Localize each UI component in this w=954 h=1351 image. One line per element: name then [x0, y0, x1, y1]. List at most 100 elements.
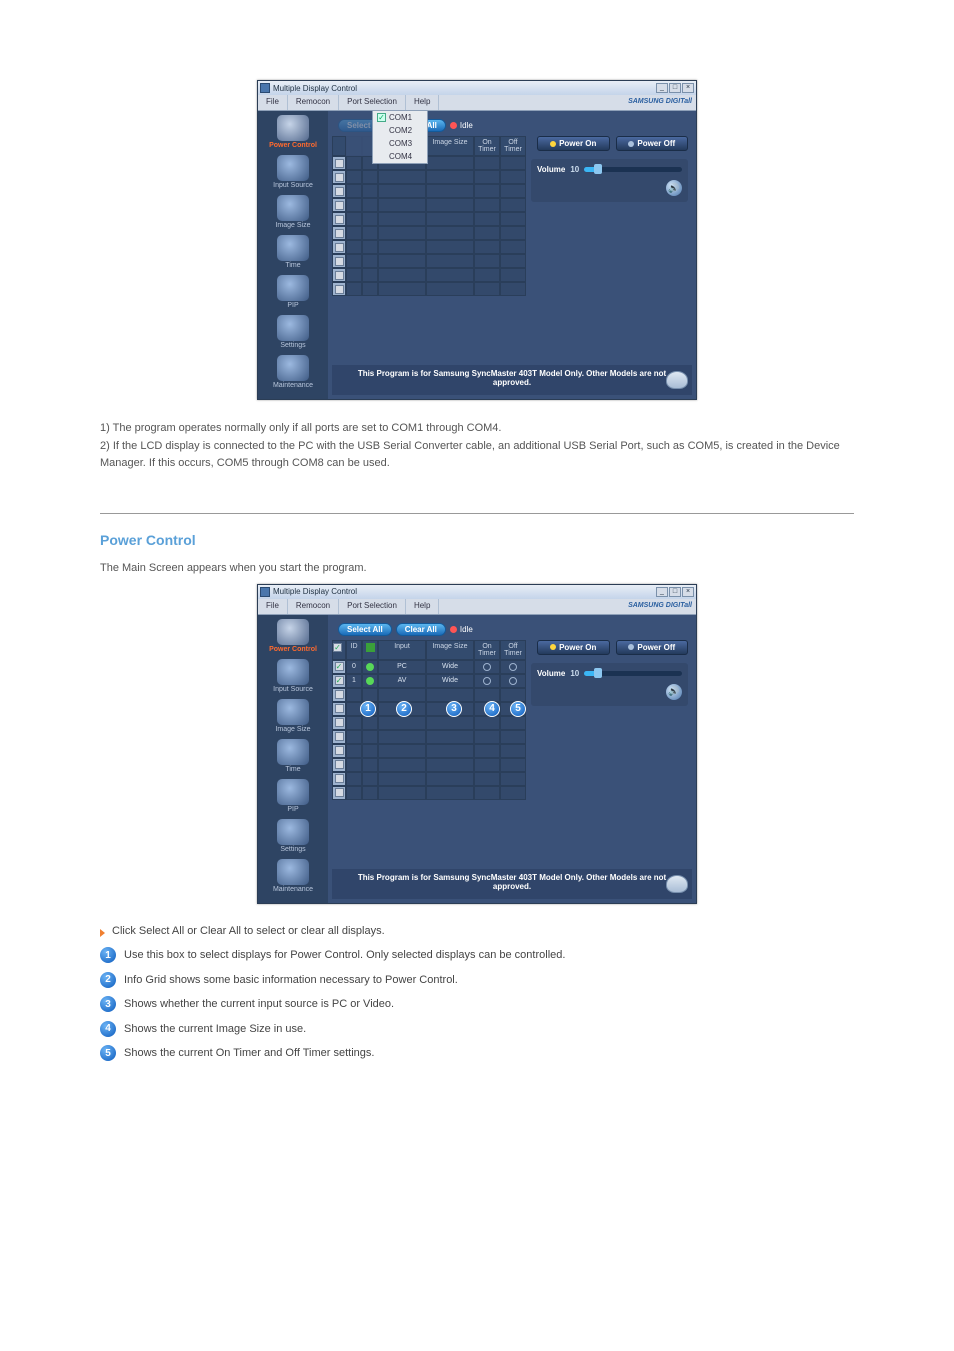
main-area: Select All Clear All Idle ✓ ID Input Ima… [328, 615, 696, 903]
sidebar-item-maintenance[interactable]: Maintenance [258, 355, 328, 389]
checkbox[interactable] [335, 159, 344, 168]
speaker-icon[interactable]: 🔊 [666, 684, 682, 700]
menu-remocon[interactable]: Remocon [288, 599, 339, 614]
volume-slider[interactable] [584, 167, 682, 172]
col-checkbox[interactable]: ✓ [332, 640, 346, 660]
checkbox[interactable] [335, 732, 344, 741]
clear-all-button[interactable]: Clear All [396, 623, 446, 636]
volume-slider[interactable] [584, 671, 682, 676]
port-selection-menu: ✓COM1 COM2 COM3 COM4 [372, 110, 428, 164]
table-row[interactable] [332, 282, 527, 296]
menu-help[interactable]: Help [406, 95, 439, 110]
sidebar-item-settings[interactable]: Settings [258, 819, 328, 853]
minimize-icon[interactable]: _ [656, 83, 668, 93]
monitor-icon [277, 659, 309, 685]
col-checkbox [332, 136, 346, 156]
checkbox[interactable] [335, 774, 344, 783]
select-all-button[interactable]: Select All [338, 623, 392, 636]
checkbox[interactable] [335, 746, 344, 755]
sidebar-item-maintenance[interactable]: Maintenance [258, 859, 328, 893]
checkbox[interactable] [335, 243, 344, 252]
close-icon[interactable]: × [682, 587, 694, 597]
table-row[interactable] [332, 688, 527, 702]
table-row[interactable] [332, 730, 527, 744]
legend-item-1: 1Use this box to select displays for Pow… [100, 947, 854, 964]
com4-item[interactable]: COM4 [373, 150, 427, 163]
table-row[interactable] [332, 772, 527, 786]
table-row[interactable] [332, 758, 527, 772]
info-grid[interactable]: ✓ ID Input Image Size On Timer Off Timer… [332, 640, 527, 800]
table-row[interactable] [332, 240, 527, 254]
sidebar-item-time[interactable]: Time [258, 739, 328, 773]
sidebar-item-input[interactable]: Input Source [258, 659, 328, 693]
checkbox[interactable] [335, 690, 344, 699]
menu-port-selection[interactable]: Port Selection [339, 95, 406, 110]
power-on-button[interactable]: Power On [537, 136, 610, 151]
sidebar-item-power[interactable]: Power Control [258, 115, 328, 149]
checkbox[interactable] [335, 257, 344, 266]
checkbox[interactable] [335, 173, 344, 182]
table-row[interactable] [332, 184, 527, 198]
sidebar-item-settings[interactable]: Settings [258, 315, 328, 349]
power-on-button[interactable]: Power On [537, 640, 610, 655]
app-icon [260, 83, 270, 93]
col-status [362, 640, 378, 660]
menu-file[interactable]: File [258, 95, 288, 110]
table-row[interactable]: ✓ 0 PC Wide [332, 660, 527, 674]
com2-item[interactable]: COM2 [373, 124, 427, 137]
slider-thumb[interactable] [594, 668, 602, 678]
table-row[interactable] [332, 170, 527, 184]
menu-port-selection[interactable]: Port Selection [339, 599, 406, 614]
com3-item[interactable]: COM3 [373, 137, 427, 150]
maximize-icon[interactable]: □ [669, 83, 681, 93]
timer-off-icon [483, 677, 491, 685]
checkbox[interactable] [335, 718, 344, 727]
info-grid[interactable]: Input Image Size On Timer Off Timer [332, 136, 527, 296]
speaker-icon[interactable]: 🔊 [666, 180, 682, 196]
sidebar-item-pip[interactable]: PIP [258, 275, 328, 309]
checkbox[interactable] [335, 760, 344, 769]
checkbox[interactable] [335, 229, 344, 238]
checkbox[interactable] [335, 215, 344, 224]
table-row[interactable] [332, 268, 527, 282]
checkbox[interactable] [335, 271, 344, 280]
table-row[interactable] [332, 198, 527, 212]
menu-file[interactable]: File [258, 599, 288, 614]
check-icon: ✓ [377, 113, 386, 122]
app-window-bottom: Multiple Display Control _ □ × File Remo… [257, 584, 697, 904]
close-icon[interactable]: × [682, 83, 694, 93]
table-row[interactable] [332, 226, 527, 240]
power-off-button[interactable]: Power Off [616, 640, 689, 655]
sidebar-item-input[interactable]: Input Source [258, 155, 328, 189]
checkbox[interactable] [335, 788, 344, 797]
sidebar-item-image-size[interactable]: Image Size [258, 195, 328, 229]
table-row[interactable] [332, 212, 527, 226]
menu-help[interactable]: Help [406, 599, 439, 614]
checkbox[interactable] [335, 187, 344, 196]
table-row[interactable] [332, 156, 527, 170]
menu-remocon[interactable]: Remocon [288, 95, 339, 110]
sidebar-item-time[interactable]: Time [258, 235, 328, 269]
slider-thumb[interactable] [594, 164, 602, 174]
table-row[interactable]: ✓ 1 AV Wide [332, 674, 527, 688]
table-row[interactable] [332, 786, 527, 800]
table-row[interactable] [332, 702, 527, 716]
checkbox[interactable] [335, 285, 344, 294]
checkbox[interactable]: ✓ [333, 643, 342, 652]
com1-item[interactable]: ✓COM1 [373, 111, 427, 124]
sidebar-item-power[interactable]: Power Control [258, 619, 328, 653]
checkbox[interactable] [335, 704, 344, 713]
sidebar-item-image-size[interactable]: Image Size [258, 699, 328, 733]
table-row[interactable] [332, 716, 527, 730]
sidebar-item-pip[interactable]: PIP [258, 779, 328, 813]
checkbox[interactable]: ✓ [335, 662, 344, 671]
table-row[interactable] [332, 254, 527, 268]
power-off-button[interactable]: Power Off [616, 136, 689, 151]
checkbox[interactable]: ✓ [335, 676, 344, 685]
maximize-icon[interactable]: □ [669, 587, 681, 597]
wrench-icon [277, 859, 309, 885]
power-icon [277, 619, 309, 645]
checkbox[interactable] [335, 201, 344, 210]
minimize-icon[interactable]: _ [656, 587, 668, 597]
table-row[interactable] [332, 744, 527, 758]
